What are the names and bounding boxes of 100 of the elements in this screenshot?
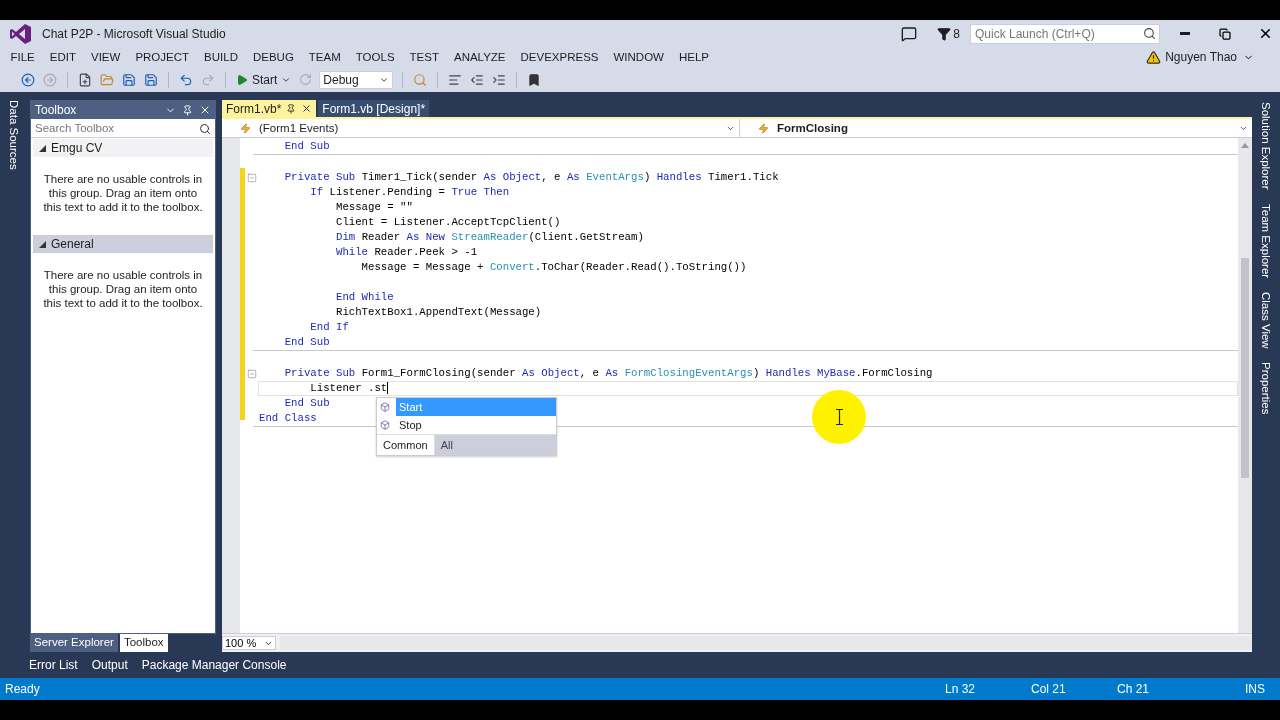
- save-button[interactable]: [121, 72, 137, 87]
- panel-title: Toolbox: [35, 103, 78, 117]
- insert-mode: INS: [1245, 682, 1266, 696]
- code-line: Message = "": [334, 200, 413, 215]
- refresh-icon: [299, 73, 313, 86]
- status-message: Ready: [5, 682, 41, 696]
- align-button[interactable]: [447, 72, 464, 87]
- undo-button[interactable]: [178, 72, 194, 87]
- scroll-up-icon: [1241, 142, 1249, 148]
- code-line: End Sub: [283, 139, 330, 154]
- code-line: End Class: [258, 411, 317, 426]
- close-icon[interactable]: [199, 104, 211, 116]
- menu-item[interactable]: DEBUG: [245, 51, 302, 63]
- menu-item[interactable]: VIEW: [83, 51, 128, 63]
- indent-icon: [492, 72, 507, 87]
- feedback-icon[interactable]: [901, 25, 918, 42]
- side-tab[interactable]: Solution Explorer: [1260, 102, 1272, 190]
- restore-icon: [1219, 27, 1231, 40]
- menu-item[interactable]: EDIT: [42, 51, 84, 63]
- window-title: Chat P2P - Microsoft Visual Studio: [42, 26, 226, 41]
- search-icon: [1143, 27, 1156, 40]
- filter-tab[interactable]: All: [434, 435, 556, 455]
- new-file-icon: [78, 72, 92, 87]
- bookmark-icon: [527, 72, 542, 87]
- save-all-button[interactable]: [143, 72, 159, 87]
- code-line: Message = Message + Convert.ToChar(Reader.Read().ToString()): [360, 260, 747, 275]
- group-header[interactable]: General: [33, 235, 213, 253]
- code-line: End Sub: [283, 335, 330, 350]
- member-dropdown[interactable]: FormClosing: [740, 119, 1252, 137]
- menu-item[interactable]: BUILD: [196, 51, 246, 63]
- code-line: While Reader.Peek > -1: [334, 245, 478, 260]
- save-icon: [144, 72, 158, 87]
- redo-icon: [201, 72, 215, 87]
- code-line: End Sub: [283, 396, 330, 411]
- expand-arrow-icon: [39, 240, 46, 248]
- document-tab[interactable]: Form1.vb*: [222, 100, 317, 117]
- side-tab[interactable]: Properties: [1260, 362, 1272, 415]
- panel-tab[interactable]: Toolbox: [119, 634, 168, 652]
- close-icon: [301, 103, 313, 114]
- minimize-icon: [1180, 32, 1190, 35]
- back-button[interactable]: [20, 72, 36, 87]
- menu-item[interactable]: TEAM: [301, 51, 349, 63]
- text-cursor-icon: [835, 409, 843, 425]
- menu-item[interactable]: PROJECT: [127, 51, 197, 63]
- new-project-button[interactable]: [77, 72, 93, 87]
- cube-icon: [380, 402, 390, 412]
- menu-item[interactable]: FILE: [3, 51, 43, 63]
- code-line: Private Sub Timer1_Tick(sender As Object, e As EventArgs) Handles Timer1.Tick: [283, 170, 779, 185]
- code-line: Private Sub Form1_FormClosing(sender As Object, e As FormClosingEventArgs) Handles MyBase.FormClosing: [283, 366, 933, 381]
- outdent-button[interactable]: [469, 72, 486, 87]
- code-line: If Listener.Pending = True Then: [309, 185, 510, 200]
- undo-icon: [179, 72, 193, 87]
- code-line: End If: [309, 320, 349, 335]
- menu-item[interactable]: HELP: [671, 51, 717, 63]
- notification-icon[interactable]: [937, 26, 952, 41]
- empty-group-message: There are no usable controls in this group. Drag an item onto this text to add it to the toolbox.: [42, 172, 204, 214]
- play-icon: [236, 73, 248, 86]
- search-icon: [199, 122, 211, 135]
- horizontal-scrollbar[interactable]: [280, 636, 1252, 650]
- menu-item[interactable]: TOOLS: [348, 51, 403, 63]
- vertical-scrollbar[interactable]: [1238, 138, 1252, 633]
- tool-window-tab[interactable]: Output: [91, 658, 128, 672]
- document-tab[interactable]: Form1.vb [Design]*: [318, 100, 430, 117]
- zoom-dropdown[interactable]: 100 %: [222, 636, 276, 650]
- code-line: RichTextBox1.AppendText(Message): [334, 305, 542, 320]
- filter-tab[interactable]: Common: [377, 435, 435, 455]
- indent-button[interactable]: [491, 72, 508, 87]
- code-line: End While: [334, 290, 394, 305]
- folder-icon: [100, 72, 114, 87]
- quick-launch-field[interactable]: Quick Launch (Ctrl+Q): [970, 23, 1160, 44]
- warning-icon: [1146, 49, 1162, 65]
- empty-group-message: There are no usable controls in this group. Drag an item onto this text to add it to the toolbox.: [42, 268, 204, 310]
- menu-item[interactable]: WINDOW: [606, 51, 672, 63]
- line-number: Ln 32: [945, 682, 977, 696]
- outdent-icon: [470, 72, 485, 87]
- configuration-dropdown[interactable]: Debug: [319, 70, 394, 89]
- app-logo: [10, 22, 32, 45]
- start-button[interactable]: Start: [235, 72, 293, 87]
- object-dropdown[interactable]: (Form1 Events): [222, 119, 740, 137]
- code-line: Dim Reader As New StreamReader(Client.GetStream): [334, 230, 644, 245]
- user-name[interactable]: Nguyen Thao: [1165, 50, 1237, 64]
- menu-item[interactable]: TEST: [402, 51, 447, 63]
- tool-window-tab[interactable]: Error List: [29, 658, 78, 672]
- lightning-icon: [758, 122, 769, 134]
- pin-icon[interactable]: [182, 104, 193, 116]
- notification-count: 8: [953, 26, 960, 41]
- tool-window-tab[interactable]: Package Manager Console: [141, 658, 287, 672]
- side-tab[interactable]: Team Explorer: [1260, 203, 1272, 278]
- side-tab[interactable]: Data Sources: [8, 100, 20, 170]
- expand-arrow-icon: [39, 144, 46, 152]
- cube-icon: [380, 420, 390, 430]
- save-icon: [122, 72, 136, 87]
- side-tab[interactable]: Class View: [1260, 291, 1272, 349]
- completion-item[interactable]: Stop: [396, 416, 556, 434]
- panel-tab[interactable]: Server Explorer: [30, 634, 118, 652]
- menu-item[interactable]: DEVEXPRESS: [513, 51, 606, 63]
- menu-item[interactable]: ANALYZE: [446, 51, 514, 63]
- pin-icon: [286, 103, 297, 114]
- group-header[interactable]: Emgu CV: [33, 139, 213, 157]
- lightning-icon: [240, 122, 251, 134]
